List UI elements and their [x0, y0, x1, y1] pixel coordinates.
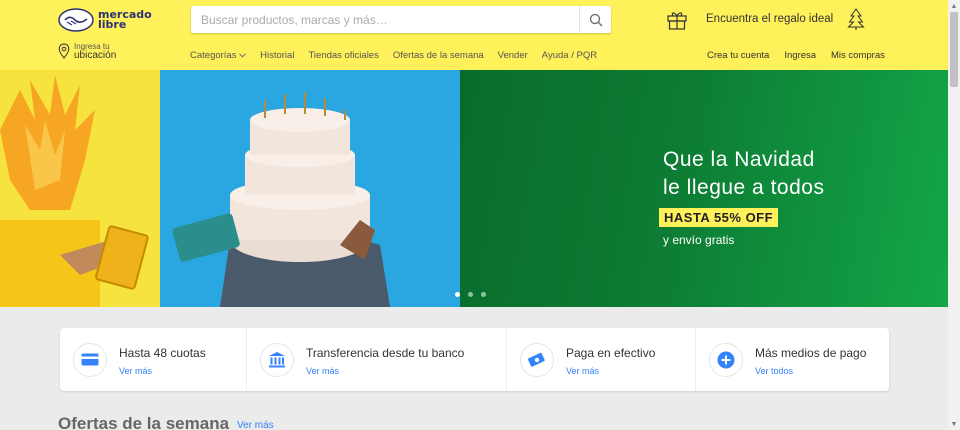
- payment-link[interactable]: Ver todos: [755, 366, 866, 376]
- payment-more-methods[interactable]: Más medios de pago Ver todos: [695, 328, 889, 391]
- header: mercado libre Ingresa tu ubicación Categ…: [0, 0, 948, 70]
- payment-title: Más medios de pago: [755, 345, 867, 360]
- carousel-dots: [455, 292, 494, 297]
- payment-bank-transfer[interactable]: Transferencia desde tu banco Ver más: [246, 328, 506, 391]
- hero-title: Que la Navidad le llegue a todos: [663, 148, 825, 199]
- search-button[interactable]: [579, 6, 611, 33]
- search-bar: [191, 6, 611, 33]
- location-pin-icon: [58, 43, 70, 59]
- create-account-link[interactable]: Crea tu cuenta: [707, 50, 769, 61]
- hero-cake-panel: [160, 70, 460, 307]
- credit-card-icon: [81, 353, 99, 366]
- location-selector[interactable]: Ingresa tu ubicación: [58, 42, 117, 61]
- payment-title: Transferencia desde tu banco: [306, 345, 465, 360]
- scroll-up-arrow-icon[interactable]: ▲: [948, 0, 960, 12]
- section-title: Ofertas de la semana: [58, 414, 230, 430]
- hero-carousel[interactable]: Que la Navidad le llegue a todos HASTA 5…: [0, 70, 948, 307]
- section-see-more-link[interactable]: Ver más: [237, 420, 274, 430]
- page-scrollbar[interactable]: ▲ ▼: [948, 0, 960, 430]
- handshake-logo-icon: [58, 8, 94, 32]
- search-icon: [589, 13, 602, 26]
- plus-circle-icon: [717, 351, 735, 368]
- cake-illustration: [172, 92, 390, 307]
- nav-categories[interactable]: Categorías: [190, 50, 246, 61]
- payment-options-bar: Hasta 48 cuotas Ver más Transferencia de…: [60, 328, 889, 391]
- scroll-down-arrow-icon[interactable]: ▼: [948, 418, 960, 430]
- carousel-dot[interactable]: [468, 292, 473, 297]
- payment-title: Hasta 48 cuotas: [119, 345, 206, 360]
- payment-installments[interactable]: Hasta 48 cuotas Ver más: [60, 328, 246, 391]
- payment-title: Paga en efectivo: [566, 345, 656, 360]
- gift-icon: [667, 12, 687, 30]
- gift-promo[interactable]: Encuentra el regalo ideal: [666, 8, 865, 30]
- my-purchases-link[interactable]: Mis compras: [831, 50, 885, 61]
- scroll-thumb[interactable]: [950, 12, 958, 87]
- christmas-tree-icon: [847, 8, 865, 30]
- user-nav: Crea tu cuenta Ingresa Mis compras: [707, 50, 885, 61]
- nav-categories-label: Categorías: [190, 50, 237, 61]
- payment-link[interactable]: Ver más: [306, 366, 464, 376]
- payment-icon-circle: [260, 342, 294, 377]
- payment-cash[interactable]: Paga en efectivo Ver más: [506, 328, 695, 391]
- payment-icon-circle: [520, 342, 554, 377]
- payment-icon-circle: [73, 342, 107, 377]
- hero-mascot-panel: [0, 70, 160, 307]
- bank-icon: [269, 351, 285, 367]
- nav-weekly-deals[interactable]: Ofertas de la semana: [393, 50, 484, 61]
- payment-link[interactable]: Ver más: [119, 366, 206, 376]
- mascot-illustration: [0, 75, 149, 307]
- cash-icon: [527, 352, 545, 367]
- nav-official-stores[interactable]: Tiendas oficiales: [308, 50, 378, 61]
- hero-subtitle: y envío gratis: [663, 233, 735, 247]
- location-value: ubicación: [74, 50, 117, 61]
- mercadolibre-logo[interactable]: mercado libre: [58, 6, 158, 34]
- chevron-down-icon: [239, 53, 246, 58]
- search-input[interactable]: [201, 6, 571, 33]
- payment-link[interactable]: Ver más: [566, 366, 655, 376]
- main-nav: Categorías Historial Tiendas oficiales O…: [190, 50, 611, 61]
- nav-sell[interactable]: Vender: [498, 50, 528, 61]
- gift-promo-text: Encuentra el regalo ideal: [706, 13, 834, 25]
- nav-history[interactable]: Historial: [260, 50, 294, 61]
- carousel-dot[interactable]: [455, 292, 460, 297]
- logo-wordmark: mercado libre: [98, 8, 152, 31]
- hero-discount-badge: HASTA 55% OFF: [659, 208, 779, 227]
- carousel-dot[interactable]: [481, 292, 486, 297]
- nav-help[interactable]: Ayuda / PQR: [542, 50, 597, 61]
- payment-icon-circle: [709, 342, 743, 377]
- login-link[interactable]: Ingresa: [784, 50, 816, 61]
